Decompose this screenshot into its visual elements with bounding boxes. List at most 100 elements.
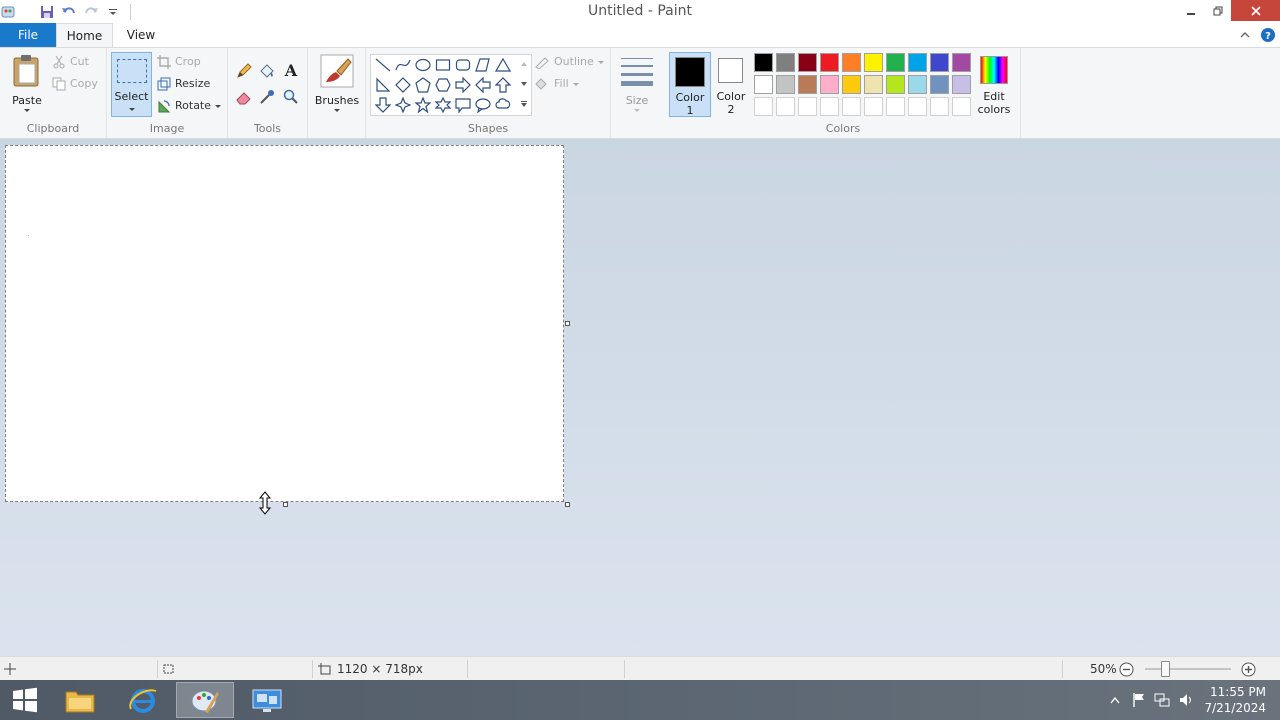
zoom-out-button[interactable] [1119,657,1134,681]
palette-swatch[interactable] [842,75,861,94]
network-icon[interactable] [1153,690,1171,710]
palette-swatch[interactable] [930,97,949,116]
zoom-slider[interactable] [1145,668,1231,670]
palette-swatch[interactable] [930,75,949,94]
color-picker-icon[interactable] [258,88,276,106]
six-point-star-shape-icon[interactable] [434,96,452,114]
action-center-flag-icon[interactable] [1130,690,1148,710]
up-arrow-shape-icon[interactable] [494,76,512,94]
right-triangle-shape-icon[interactable] [374,76,392,94]
paste-button[interactable]: Paste [6,52,48,116]
fill-button[interactable]: Fill [534,74,579,94]
fill-bucket-icon[interactable] [258,62,276,80]
pentagon-shape-icon[interactable] [414,76,432,94]
canvas-resize-handle-bottom[interactable] [283,502,288,507]
hexagon-shape-icon[interactable] [434,76,452,94]
canvas-resize-handle-right[interactable] [565,321,570,326]
left-arrow-shape-icon[interactable] [474,76,492,94]
shapes-scroll-up-icon[interactable] [519,59,529,69]
magnifier-icon[interactable] [282,88,300,106]
tab-file[interactable]: File [0,23,56,47]
taskbar-clock[interactable]: 11:55 PM 7/21/2024 [1204,684,1266,716]
palette-swatch[interactable] [798,75,817,94]
cloud-callout-shape-icon[interactable] [494,96,512,114]
eraser-icon[interactable] [235,88,253,106]
minimize-button[interactable] [1178,0,1204,21]
rect-callout-shape-icon[interactable] [454,96,472,114]
palette-swatch[interactable] [930,53,949,72]
shapes-scroll-down-icon[interactable] [519,79,529,89]
palette-swatch[interactable] [798,53,817,72]
palette-swatch[interactable] [776,75,795,94]
palette-swatch[interactable] [952,75,971,94]
palette-swatch[interactable] [864,53,883,72]
four-point-star-shape-icon[interactable] [394,96,412,114]
palette-swatch[interactable] [820,53,839,72]
pencil-icon[interactable] [235,62,253,80]
palette-swatch[interactable] [908,53,927,72]
taskbar-remote-desktop[interactable] [238,682,296,718]
rounded-rectangle-shape-icon[interactable] [454,56,472,74]
volume-icon[interactable] [1177,690,1195,710]
color2-button[interactable]: Color 2 [712,52,750,117]
canvas-resize-handle-corner[interactable] [565,502,570,507]
triangle-shape-icon[interactable] [494,56,512,74]
palette-swatch[interactable] [952,97,971,116]
restore-button[interactable] [1204,0,1231,21]
palette-swatch[interactable] [864,97,883,116]
palette-swatch[interactable] [908,75,927,94]
brushes-button[interactable]: Brushes [312,52,362,116]
palette-swatch[interactable] [908,97,927,116]
text-icon[interactable]: A [282,61,300,80]
rectangle-shape-icon[interactable] [434,56,452,74]
palette-swatch[interactable] [864,75,883,94]
five-point-star-shape-icon[interactable] [414,96,432,114]
palette-swatch[interactable] [776,53,795,72]
shapes-expand-icon[interactable] [519,99,529,109]
palette-swatch[interactable] [798,97,817,116]
edit-colors-button[interactable]: Edit colors [974,52,1014,117]
copy-button[interactable]: Copy [52,74,98,94]
resize-button[interactable]: Resize [157,74,210,94]
right-arrow-shape-icon[interactable] [454,76,472,94]
color1-button[interactable]: Color 1 [669,52,711,117]
palette-swatch[interactable] [820,75,839,94]
select-button[interactable]: Select [111,52,152,117]
line-shape-icon[interactable] [374,56,392,74]
size-button[interactable]: Size [617,52,657,116]
curve-shape-icon[interactable] [394,56,412,74]
palette-swatch[interactable] [754,75,773,94]
drawing-canvas[interactable] [5,145,564,502]
palette-swatch[interactable] [842,53,861,72]
diamond-shape-icon[interactable] [394,76,412,94]
zoom-in-button[interactable] [1241,657,1256,681]
palette-swatch[interactable] [754,97,773,116]
outline-button[interactable]: Outline [534,52,604,72]
palette-swatch[interactable] [776,97,795,116]
minimize-ribbon-icon[interactable] [1238,28,1252,42]
tab-view[interactable]: View [115,23,167,47]
palette-swatch[interactable] [886,53,905,72]
tab-home[interactable]: Home [56,23,113,47]
palette-swatch[interactable] [842,97,861,116]
down-arrow-shape-icon[interactable] [374,96,392,114]
palette-swatch[interactable] [886,97,905,116]
zoom-slider-thumb[interactable] [1161,661,1170,677]
show-hidden-icons-icon[interactable] [1106,690,1124,710]
palette-swatch[interactable] [754,53,773,72]
taskbar-paint[interactable] [176,682,234,718]
taskbar-internet-explorer[interactable] [114,682,172,718]
crop-button[interactable]: Crop [157,52,201,72]
palette-swatch[interactable] [820,97,839,116]
cut-button[interactable]: Cut [52,52,89,72]
oval-shape-icon[interactable] [414,56,432,74]
start-button[interactable] [0,682,50,718]
close-button[interactable] [1231,0,1280,21]
palette-swatch[interactable] [886,75,905,94]
help-icon[interactable]: ? [1260,27,1276,43]
palette-swatch[interactable] [952,53,971,72]
oval-callout-shape-icon[interactable] [474,96,492,114]
rotate-button[interactable]: Rotate [157,96,222,116]
taskbar-file-explorer[interactable] [51,682,109,718]
polygon-shape-icon[interactable] [474,56,492,74]
